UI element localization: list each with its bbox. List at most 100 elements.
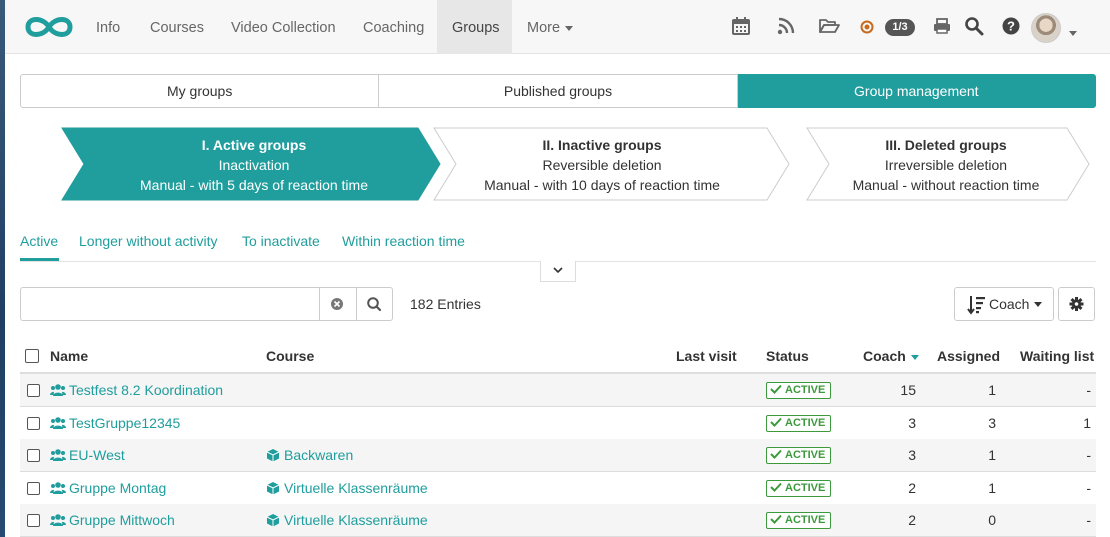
nav-coaching[interactable]: Coaching: [348, 0, 439, 54]
waiting-list-count: 1: [1083, 415, 1091, 431]
table-row[interactable]: EU-West Backwaren ACTIVE 3 1 -: [20, 439, 1096, 472]
step-title: III. Deleted groups: [885, 137, 1007, 153]
check-icon: [770, 417, 782, 427]
table-row[interactable]: Gruppe Montag Virtuelle Klassenräume ACTIV…: [20, 472, 1096, 505]
group-icon: [50, 481, 66, 495]
column-last-visit[interactable]: Last visit: [676, 348, 737, 364]
search-button[interactable]: [356, 288, 392, 320]
course-link[interactable]: Virtuelle Klassenräume: [284, 480, 428, 496]
status-label: ACTIVE: [785, 449, 826, 461]
column-waiting-list[interactable]: Waiting list: [1020, 348, 1094, 364]
step-line1: Irreversible deletion: [884, 157, 1008, 173]
folder-open-icon[interactable]: [818, 16, 840, 38]
group-icon: [50, 383, 66, 397]
calendar-icon[interactable]: [731, 16, 753, 38]
group-name-link[interactable]: EU-West: [69, 447, 125, 463]
nav-video-collection[interactable]: Video Collection: [216, 0, 351, 54]
group-icon: [50, 513, 66, 527]
course-link[interactable]: Backwaren: [284, 447, 353, 463]
clear-search-button[interactable]: [319, 288, 356, 320]
table-settings-button[interactable]: [1058, 287, 1095, 321]
search-icon: [367, 297, 382, 312]
segment-my-groups[interactable]: My groups: [20, 74, 380, 108]
table-row[interactable]: Testfest 8.2 Koordination ACTIVE 15 1 -: [20, 374, 1096, 407]
search-icon[interactable]: [964, 16, 986, 38]
group-name-link[interactable]: Gruppe Montag: [69, 480, 166, 496]
waiting-list-count: -: [1086, 447, 1091, 463]
step-line2: Manual - without reaction time: [852, 177, 1040, 193]
table-row[interactable]: TestGruppe12345 ACTIVE 3 3 1: [20, 407, 1096, 440]
search-field: [20, 287, 393, 321]
status-badge: ACTIVE: [766, 382, 832, 399]
table-header: Name Course Last visit Status Coach Assi…: [20, 340, 1096, 374]
search-input[interactable]: [21, 288, 317, 320]
course-link[interactable]: Virtuelle Klassenräume: [284, 512, 428, 528]
column-course[interactable]: Course: [266, 348, 314, 364]
step-title: II. Inactive groups: [542, 137, 662, 153]
column-name[interactable]: Name: [50, 348, 88, 364]
step-line2: Manual - with 10 days of reaction time: [484, 177, 720, 193]
recording-dot-icon[interactable]: [860, 20, 882, 42]
process-step-active[interactable]: I. Active groups Inactivation Manual - w…: [99, 127, 409, 201]
check-icon: [770, 449, 782, 459]
tab-within-reaction-time[interactable]: Within reaction time: [342, 228, 465, 261]
check-icon: [770, 514, 782, 524]
row-checkbox[interactable]: [27, 417, 40, 430]
process-step-inactive[interactable]: II. Inactive groups Reversible deletion …: [453, 127, 751, 201]
chevron-down-icon: [553, 267, 563, 274]
status-label: ACTIVE: [785, 417, 826, 429]
coach-count: 3: [908, 447, 916, 463]
chevron-down-icon[interactable]: [1069, 24, 1091, 46]
tab-active[interactable]: Active: [20, 228, 59, 261]
entries-count: 182 Entries: [410, 296, 481, 312]
svg-text:?: ?: [1007, 19, 1015, 34]
print-icon[interactable]: [933, 16, 955, 38]
row-checkbox[interactable]: [27, 384, 40, 397]
nav-more[interactable]: More: [512, 0, 588, 54]
assigned-count: 0: [988, 512, 996, 528]
status-label: ACTIVE: [785, 482, 826, 494]
coach-count: 15: [900, 382, 916, 398]
user-avatar[interactable]: [1031, 13, 1061, 43]
status-label: ACTIVE: [785, 384, 826, 396]
waiting-list-count: -: [1086, 480, 1091, 496]
openolat-logo-icon[interactable]: [22, 13, 76, 41]
nav-groups[interactable]: Groups: [437, 0, 512, 54]
session-counter-badge[interactable]: 1/3: [885, 19, 915, 36]
tab-longer-without-activity[interactable]: Longer without activity: [79, 228, 218, 261]
assigned-count: 1: [988, 480, 996, 496]
row-checkbox[interactable]: [27, 482, 40, 495]
coach-count: 3: [908, 415, 916, 431]
segment-published-groups[interactable]: Published groups: [379, 74, 738, 108]
group-name-link[interactable]: Gruppe Mittwoch: [69, 512, 175, 528]
status-label: ACTIVE: [785, 514, 826, 526]
help-icon[interactable]: ?: [1001, 16, 1023, 38]
tab-to-inactivate[interactable]: To inactivate: [242, 228, 320, 261]
sort-button[interactable]: Coach: [954, 287, 1054, 321]
chevron-down-icon: [1034, 302, 1042, 307]
group-name-link[interactable]: TestGruppe12345: [69, 415, 180, 431]
segment-group-management[interactable]: Group management: [737, 74, 1096, 108]
nav-info[interactable]: Info: [81, 0, 135, 54]
check-icon: [770, 482, 782, 492]
course-cube-icon: [266, 448, 280, 462]
select-all-checkbox[interactable]: [25, 349, 39, 363]
page: Info Courses Video Collection Coaching G…: [5, 0, 1110, 537]
column-assigned[interactable]: Assigned: [937, 348, 1000, 364]
column-coach[interactable]: Coach: [863, 348, 919, 364]
clear-icon: [331, 298, 343, 310]
assigned-count: 3: [988, 415, 996, 431]
nav-courses[interactable]: Courses: [135, 0, 219, 54]
sort-caret-icon: [910, 354, 919, 360]
row-checkbox[interactable]: [27, 449, 40, 462]
table-row[interactable]: Gruppe Mittwoch Virtuelle Klassenräume ACT…: [20, 504, 1096, 537]
column-status[interactable]: Status: [766, 348, 809, 364]
rss-feed-icon[interactable]: [776, 16, 798, 38]
group-name-link[interactable]: Testfest 8.2 Koordination: [69, 382, 223, 398]
process-step-deleted[interactable]: III. Deleted groups Irreversible deletio…: [821, 127, 1071, 201]
row-checkbox[interactable]: [27, 514, 40, 527]
top-navigation: Info Courses Video Collection Coaching G…: [5, 0, 1110, 54]
course-cube-icon: [266, 513, 280, 527]
group-icon: [50, 416, 66, 430]
expand-filters-button[interactable]: [540, 261, 576, 282]
